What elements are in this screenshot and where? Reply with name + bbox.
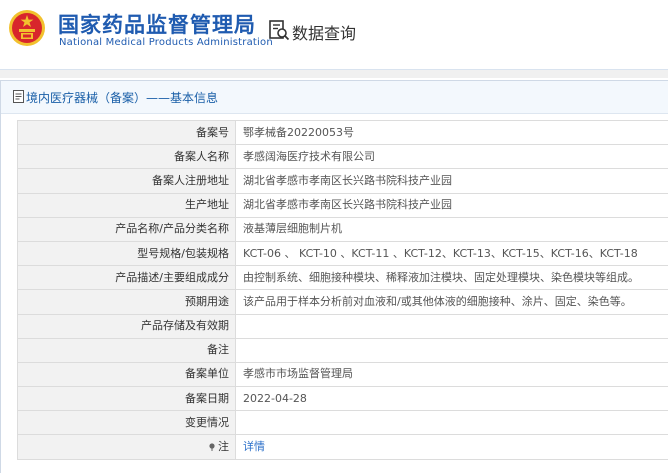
row-value: 2022-04-28 bbox=[235, 386, 668, 412]
table-row: 型号规格/包装规格 KCT-06 、 KCT-10 、KCT-11 、KCT-1… bbox=[17, 240, 668, 267]
table-row: 备案人名称 孝感阔海医疗技术有限公司 bbox=[17, 144, 668, 170]
site-header: 国家药品监督管理局 National Medical Products Admi… bbox=[0, 0, 668, 70]
table-row: 备注 bbox=[17, 337, 668, 363]
org-name-cn: 国家药品监督管理局 bbox=[58, 13, 256, 37]
table-row: 产品描述/主要组成成分 由控制系统、细胞接种模块、稀释液加注模块、固定处理模块、… bbox=[17, 265, 668, 291]
row-value: 湖北省孝感市孝南区长兴路书院科技产业园 bbox=[235, 192, 668, 218]
row-label: 生产地址 bbox=[17, 192, 236, 218]
table-row: 变更情况 bbox=[17, 410, 668, 436]
table-row: 备案单位 孝感市市场监督管理局 bbox=[17, 361, 668, 388]
table-row: 备案人注册地址 湖北省孝感市孝南区长兴路书院科技产业园 bbox=[17, 168, 668, 194]
document-icon bbox=[13, 90, 24, 103]
row-label: 备案单位 bbox=[17, 361, 236, 388]
row-value: 液基薄层细胞制片机 bbox=[235, 216, 668, 242]
panel-title: 境内医疗器械（备案）——基本信息 bbox=[26, 91, 219, 105]
row-value: 孝感市市场监督管理局 bbox=[235, 361, 668, 388]
table-row: 产品名称/产品分类名称 液基薄层细胞制片机 bbox=[17, 216, 668, 242]
pin-icon bbox=[209, 443, 215, 452]
row-label: 备注 bbox=[17, 337, 236, 363]
row-label: 备案日期 bbox=[17, 386, 236, 412]
search-document-icon[interactable] bbox=[268, 19, 290, 41]
row-value bbox=[235, 410, 668, 436]
data-query-link[interactable]: 数据查询 bbox=[292, 20, 356, 44]
row-label: 产品描述/主要组成成分 bbox=[17, 265, 236, 291]
row-label: 产品名称/产品分类名称 bbox=[17, 216, 236, 242]
row-label: 注 bbox=[218, 440, 229, 454]
row-label: 型号规格/包装规格 bbox=[17, 240, 236, 267]
record-panel: 境内医疗器械（备案）——基本信息 备案号 鄂孝械备20220053号 备案人名称… bbox=[0, 80, 668, 473]
row-value: 孝感阔海医疗技术有限公司 bbox=[235, 144, 668, 170]
row-value: 由控制系统、细胞接种模块、稀释液加注模块、固定处理模块、染色模块等组成。 bbox=[235, 265, 668, 291]
table-row: 备案日期 2022-04-28 bbox=[17, 386, 668, 412]
record-table: 备案号 鄂孝械备20220053号 备案人名称 孝感阔海医疗技术有限公司 备案人… bbox=[17, 119, 668, 460]
row-value: 鄂孝械备20220053号 bbox=[235, 119, 668, 146]
panel-header: 境内医疗器械（备案）——基本信息 bbox=[1, 81, 668, 114]
row-value: KCT-06 、 KCT-10 、KCT-11 、KCT-12、KCT-13、K… bbox=[235, 240, 668, 267]
row-label: 备案人名称 bbox=[17, 144, 236, 170]
row-value: 该产品用于样本分析前对血液和/或其他体液的细胞接种、涂片、固定、染色等。 bbox=[235, 289, 668, 315]
row-value bbox=[235, 313, 668, 339]
org-name-en: National Medical Products Administration bbox=[59, 37, 273, 48]
row-label: 备案号 bbox=[17, 119, 236, 146]
note-label-cell: 注 bbox=[17, 434, 236, 460]
row-label: 备案人注册地址 bbox=[17, 168, 236, 194]
header-divider bbox=[0, 70, 668, 78]
details-link[interactable]: 详情 bbox=[243, 440, 265, 453]
table-row: 产品存储及有效期 bbox=[17, 313, 668, 339]
row-label: 产品存储及有效期 bbox=[17, 313, 236, 339]
row-value: 湖北省孝感市孝南区长兴路书院科技产业园 bbox=[235, 168, 668, 194]
national-emblem-icon bbox=[9, 10, 45, 46]
row-label: 变更情况 bbox=[17, 410, 236, 436]
row-value bbox=[235, 337, 668, 363]
table-row: 备案号 鄂孝械备20220053号 bbox=[17, 119, 668, 146]
table-row: 注 详情 bbox=[17, 434, 668, 460]
table-row: 预期用途 该产品用于样本分析前对血液和/或其他体液的细胞接种、涂片、固定、染色等… bbox=[17, 289, 668, 315]
note-value-cell: 详情 bbox=[235, 434, 668, 460]
table-row: 生产地址 湖北省孝感市孝南区长兴路书院科技产业园 bbox=[17, 192, 668, 218]
row-label: 预期用途 bbox=[17, 289, 236, 315]
